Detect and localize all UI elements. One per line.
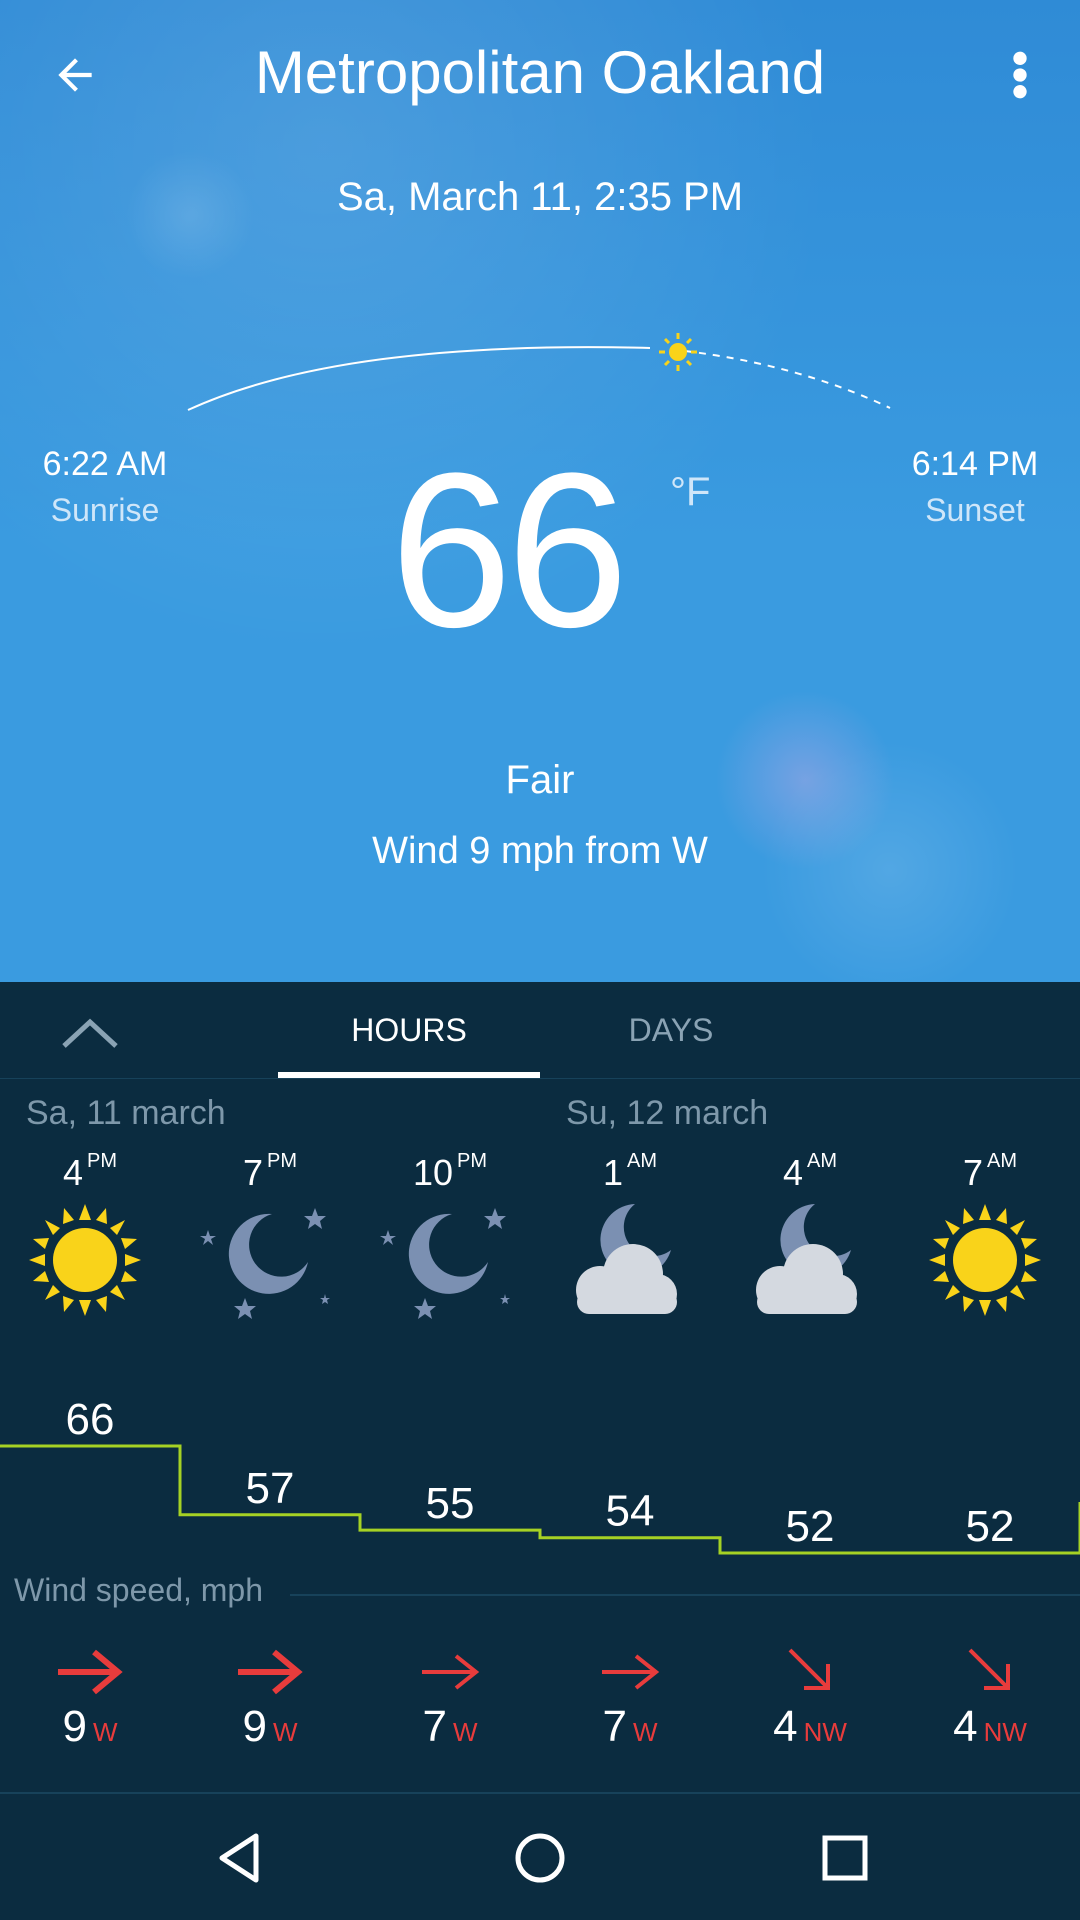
moon-cloud-icon [756, 1204, 857, 1314]
sunrise-time: 6:22 AM [42, 445, 168, 483]
overflow-menu-button[interactable] [990, 40, 1050, 110]
current-wind: Wind 9 mph from W [372, 830, 708, 872]
tab-hours[interactable]: HOURS [278, 982, 540, 1078]
temperature-label: 55 [426, 1479, 475, 1528]
temperature-label: 52 [786, 1502, 835, 1551]
sun-path-arc [187, 333, 891, 411]
wind-direction-icon [602, 1654, 660, 1690]
nav-home-icon [515, 1833, 565, 1883]
wind-speed-value: 7W [602, 1702, 658, 1751]
nav-recents-button[interactable] [800, 1818, 890, 1898]
sun-icon [29, 1204, 141, 1316]
forecast-tabbar: HOURS DAYS [0, 982, 1080, 1079]
moon-cloud-icon [576, 1204, 677, 1314]
tab-selected-indicator [278, 1072, 540, 1078]
current-datetime: Sa, March 11, 2:35 PM [336, 175, 744, 219]
page-title: Metropolitan Oakland [254, 39, 826, 106]
divider [290, 1594, 1080, 1596]
current-weather-hero: Metropolitan Oakland Sa, March 11, 2:35 … [0, 0, 1080, 982]
wind-speed-value: 9W [62, 1702, 118, 1751]
current-temperature: 66 [390, 427, 629, 673]
back-button[interactable] [40, 40, 110, 110]
sunset-time: 6:14 PM [911, 445, 1039, 483]
wind-direction-icon [422, 1654, 480, 1690]
wind-direction-icon [788, 1648, 830, 1690]
hour-label: 4 PM [62, 1150, 118, 1193]
sun-icon [929, 1204, 1041, 1316]
hour-label: 7 AM [962, 1150, 1018, 1193]
temperature-label: 54 [606, 1487, 655, 1536]
chevron-up-icon [62, 1018, 118, 1048]
sunrise-label: Sunrise [50, 492, 160, 528]
temperature-label: 66 [66, 1395, 115, 1444]
arrow-left-icon [58, 58, 92, 92]
system-navigation-bar [0, 1794, 1080, 1920]
wind-speed-value: 9W [242, 1702, 298, 1751]
nav-back-button[interactable] [195, 1818, 285, 1898]
hour-label: 4 AM [782, 1150, 838, 1193]
wind-section-title: Wind speed, mph [14, 1572, 264, 1608]
nav-home-button[interactable] [495, 1818, 585, 1898]
day-label: Sa, 11 march [26, 1094, 226, 1132]
wind-speed-value: 4 NW [773, 1702, 847, 1751]
more-vertical-icon [1013, 51, 1027, 99]
weather-condition: Fair [505, 758, 575, 802]
collapse-button[interactable] [55, 1002, 125, 1062]
sunset-label: Sunset [925, 492, 1025, 528]
temperature-label: 52 [966, 1502, 1015, 1551]
wind-direction-icon [58, 1649, 123, 1695]
temperature-unit: °F [670, 470, 711, 514]
moon-stars-icon [380, 1208, 510, 1319]
forecast-panel: HOURS DAYS Sa, 11 march Su, 12 march 4 PM… [0, 982, 1080, 1794]
wind-direction-icon [968, 1648, 1010, 1690]
wind-speed-value: 7W [422, 1702, 478, 1751]
day-label: Su, 12 march [566, 1094, 769, 1132]
temperature-line [0, 1444, 1080, 1555]
hour-label: 1 AM [602, 1150, 658, 1193]
hour-label: 7 PM [242, 1150, 298, 1193]
wind-direction-icon [238, 1649, 303, 1695]
nav-back-icon [219, 1833, 259, 1883]
hour-label: 10 PM [412, 1150, 488, 1193]
wind-speed-value: 4 NW [953, 1702, 1027, 1751]
temperature-label: 57 [246, 1464, 295, 1513]
sun-position-icon [659, 333, 697, 371]
nav-recents-icon [822, 1835, 868, 1881]
moon-stars-icon [200, 1208, 330, 1319]
tab-days[interactable]: DAYS [540, 982, 802, 1078]
